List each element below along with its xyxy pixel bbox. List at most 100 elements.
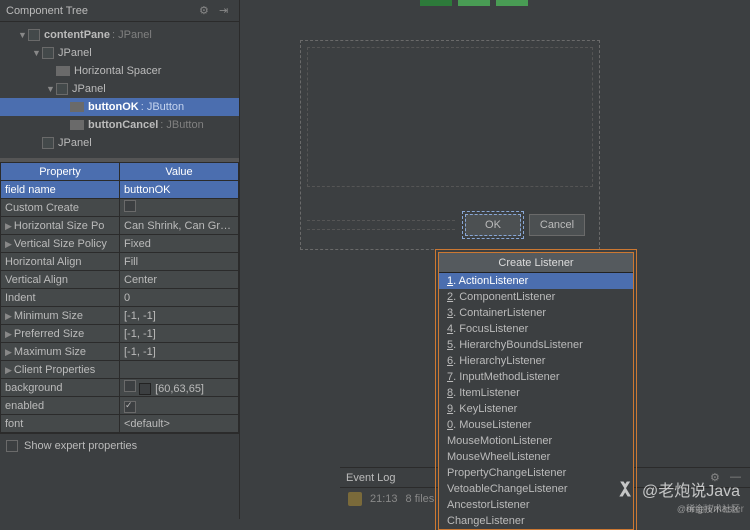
tree-label: Horizontal Spacer — [74, 65, 161, 77]
tree-row[interactable]: buttonCancel: JButton — [0, 116, 239, 134]
property-row[interactable]: enabled — [1, 397, 239, 415]
popup-item[interactable]: ChangeListener — [439, 513, 633, 529]
popup-item[interactable]: 5. HierarchyBoundsListener — [439, 337, 633, 353]
popup-item[interactable]: PropertyChangeListener — [439, 465, 633, 481]
checkbox[interactable] — [124, 200, 136, 212]
property-row[interactable]: Custom Create — [1, 199, 239, 217]
tree-type: : JButton — [160, 119, 203, 131]
property-row[interactable]: Indent0 — [1, 289, 239, 307]
property-table[interactable]: Property Value field namebuttonOKCustom … — [0, 162, 239, 433]
tree-checkbox[interactable] — [42, 47, 54, 59]
property-name: enabled — [1, 397, 120, 415]
popup-item[interactable]: 4. FocusListener — [439, 321, 633, 337]
tree-label: buttonOK — [88, 101, 139, 113]
property-name: ▶Maximum Size — [1, 343, 120, 361]
property-row[interactable]: Horizontal AlignFill — [1, 253, 239, 271]
tree-row[interactable]: buttonOK: JButton — [0, 98, 239, 116]
tree-row[interactable]: ▼JPanel — [0, 80, 239, 98]
component-icon — [56, 66, 70, 76]
property-row[interactable]: font<default> — [1, 415, 239, 433]
show-expert-checkbox[interactable] — [6, 440, 18, 452]
create-listener-popup: Create Listener 1. ActionListener2. Comp… — [438, 252, 634, 530]
property-value[interactable]: Fill — [120, 253, 239, 271]
property-value[interactable]: buttonOK — [120, 181, 239, 199]
popup-item[interactable]: 1. ActionListener — [439, 273, 633, 289]
property-name: Custom Create — [1, 199, 120, 217]
component-tree[interactable]: ▼contentPane: JPanel▼JPanelHorizontal Sp… — [0, 22, 239, 156]
popup-item[interactable]: 6. HierarchyListener — [439, 353, 633, 369]
form-canvas[interactable]: OK Cancel — [300, 40, 600, 250]
button-row: OK Cancel — [307, 211, 593, 239]
property-name: background — [1, 379, 120, 397]
popup-item[interactable]: 9. KeyListener — [439, 401, 633, 417]
property-value[interactable]: <default> — [120, 415, 239, 433]
panel-header: Component Tree ⚙ ⇥ — [0, 0, 239, 22]
property-value[interactable]: [-1, -1] — [120, 343, 239, 361]
cancel-button[interactable]: Cancel — [529, 214, 585, 236]
property-value[interactable]: Fixed — [120, 235, 239, 253]
component-icon — [70, 102, 84, 112]
collapse-icon[interactable]: ⇥ — [219, 4, 233, 18]
property-name: Horizontal Align — [1, 253, 120, 271]
property-row[interactable]: background [60,63,65] — [1, 379, 239, 397]
popup-item[interactable]: 7. InputMethodListener — [439, 369, 633, 385]
form-inner-panel[interactable] — [307, 47, 593, 187]
tree-label: JPanel — [58, 137, 92, 149]
property-row[interactable]: ▶Minimum Size[-1, -1] — [1, 307, 239, 325]
property-value[interactable]: [-1, -1] — [120, 307, 239, 325]
tree-type: : JPanel — [112, 29, 152, 41]
property-row[interactable]: field namebuttonOK — [1, 181, 239, 199]
tree-row[interactable]: ▼contentPane: JPanel — [0, 26, 239, 44]
property-name: ▶Vertical Size Policy — [1, 235, 120, 253]
event-msg: 8 files — [406, 493, 435, 505]
top-markers — [420, 0, 528, 6]
popup-item[interactable]: 2. ComponentListener — [439, 289, 633, 305]
property-name: Vertical Align — [1, 271, 120, 289]
property-row[interactable]: Vertical AlignCenter — [1, 271, 239, 289]
popup-item[interactable]: 0. MouseListener — [439, 417, 633, 433]
popup-item[interactable]: 3. ContainerListener — [439, 305, 633, 321]
property-value[interactable]: [-1, -1] — [120, 325, 239, 343]
tree-row[interactable]: Horizontal Spacer — [0, 62, 239, 80]
property-name: ▶Horizontal Size Po — [1, 217, 120, 235]
ok-button[interactable]: OK — [465, 214, 521, 236]
popup-title: Create Listener — [439, 253, 633, 273]
property-row[interactable]: ▶Vertical Size PolicyFixed — [1, 235, 239, 253]
property-value[interactable]: [60,63,65] — [120, 379, 239, 397]
property-value[interactable]: Can Shrink, Can Gr… — [120, 217, 239, 235]
property-value[interactable]: Center — [120, 271, 239, 289]
popup-item[interactable]: AncestorListener — [439, 497, 633, 513]
panel-title: Component Tree — [6, 5, 88, 17]
property-row[interactable]: ▶Horizontal Size PoCan Shrink, Can Gr… — [1, 217, 239, 235]
tree-checkbox[interactable] — [28, 29, 40, 41]
watermark: @老炮说Java — [616, 477, 740, 501]
popup-item[interactable]: 8. ItemListener — [439, 385, 633, 401]
color-swatch — [139, 383, 151, 395]
tree-row[interactable]: JPanel — [0, 134, 239, 152]
property-value[interactable]: 0 — [120, 289, 239, 307]
property-value[interactable] — [120, 397, 239, 415]
property-name: field name — [1, 181, 120, 199]
checkbox[interactable] — [124, 380, 136, 392]
show-expert-row[interactable]: Show expert properties — [0, 433, 239, 458]
property-row[interactable]: ▶Maximum Size[-1, -1] — [1, 343, 239, 361]
tree-row[interactable]: ▼JPanel — [0, 44, 239, 62]
tree-checkbox[interactable] — [56, 83, 68, 95]
horizontal-spacer[interactable] — [307, 220, 455, 230]
balloon-icon — [348, 492, 362, 506]
checkbox[interactable] — [124, 401, 136, 413]
popup-item[interactable]: VetoableChangeListener — [439, 481, 633, 497]
property-value[interactable] — [120, 361, 239, 379]
property-row[interactable]: ▶Preferred Size[-1, -1] — [1, 325, 239, 343]
event-log-title: Event Log — [346, 472, 396, 484]
popup-item[interactable]: MouseWheelListener — [439, 449, 633, 465]
property-name: ▶Preferred Size — [1, 325, 120, 343]
tree-checkbox[interactable] — [42, 137, 54, 149]
property-row[interactable]: ▶Client Properties — [1, 361, 239, 379]
property-value[interactable] — [120, 199, 239, 217]
gear-icon[interactable]: ⚙ — [199, 4, 213, 18]
col-property: Property — [1, 163, 120, 181]
property-name: font — [1, 415, 120, 433]
popup-item[interactable]: MouseMotionListener — [439, 433, 633, 449]
marker — [458, 0, 490, 6]
